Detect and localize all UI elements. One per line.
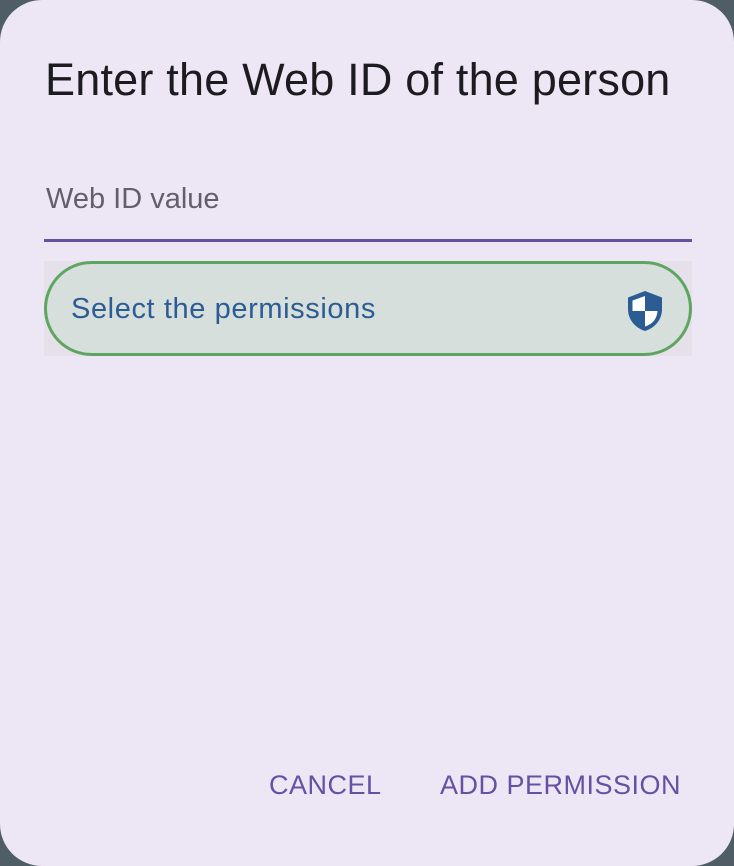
permissions-button-container: Select the permissions bbox=[44, 261, 692, 356]
select-permissions-label: Select the permissions bbox=[71, 293, 376, 325]
add-permission-button[interactable]: ADD PERMISSION bbox=[440, 765, 681, 805]
dialog-title: Enter the Web ID of the person bbox=[45, 54, 671, 105]
webid-input-underline bbox=[44, 239, 692, 242]
webid-field bbox=[44, 160, 692, 242]
cancel-button[interactable]: CANCEL bbox=[269, 765, 382, 805]
select-permissions-button[interactable]: Select the permissions bbox=[44, 261, 692, 356]
webid-input[interactable] bbox=[44, 160, 692, 239]
shield-icon bbox=[628, 291, 662, 331]
add-permission-dialog: Enter the Web ID of the person Select th… bbox=[0, 0, 734, 866]
